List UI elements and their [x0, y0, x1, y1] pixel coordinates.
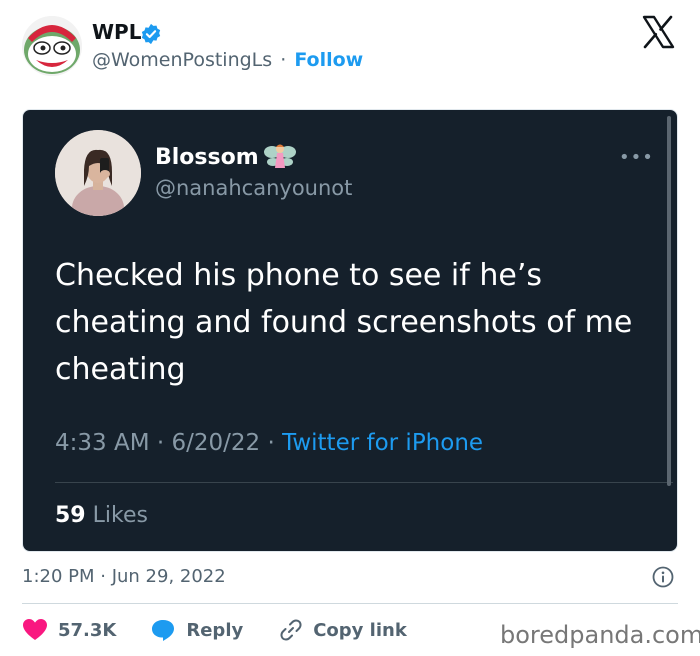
like-button[interactable]: 57.3K — [22, 618, 116, 642]
follow-button[interactable]: Follow — [294, 49, 363, 71]
info-icon[interactable] — [652, 566, 674, 588]
embedded-tweet-card[interactable]: Blossom @nanahcanyounot ••• Checked his … — [22, 109, 678, 552]
like-count: 57.3K — [58, 619, 117, 641]
verified-badge-icon — [140, 23, 162, 45]
embedded-author-name[interactable]: Blossom — [155, 145, 259, 170]
author-avatar[interactable] — [22, 16, 82, 76]
author-handle[interactable]: @WomenPostingLs — [92, 49, 272, 71]
heart-icon — [23, 619, 47, 640]
scrollbar[interactable] — [667, 116, 671, 486]
reply-label: Reply — [186, 619, 244, 641]
post-timestamp[interactable]: 1:20 PM · Jun 29, 2022 — [22, 566, 226, 587]
meta-separator: · — [267, 430, 275, 456]
more-options-button[interactable]: ••• — [619, 147, 654, 168]
reply-button[interactable]: Reply — [150, 618, 243, 642]
tweet-source-link[interactable]: Twitter for iPhone — [282, 430, 483, 456]
x-logo-icon[interactable] — [640, 14, 676, 50]
embedded-author-handle[interactable]: @nanahcanyounot — [155, 176, 352, 200]
handle-separator: · — [280, 49, 287, 71]
meta-separator: · — [156, 430, 165, 456]
copy-link-label: Copy link — [313, 619, 407, 641]
fairy-emoji-icon — [263, 140, 297, 174]
card-divider — [55, 482, 673, 483]
action-bar: 57.3K Reply Copy link — [22, 618, 407, 642]
copy-link-button[interactable]: Copy link — [279, 618, 407, 642]
likes-count[interactable]: 59 — [55, 503, 86, 528]
tweet-text: Checked his phone to see if he’s cheatin… — [55, 258, 633, 387]
tweet-date[interactable]: 6/20/22 — [171, 430, 260, 456]
likes-label[interactable]: Likes — [93, 503, 148, 528]
embedded-author-avatar[interactable] — [55, 130, 141, 216]
link-icon — [280, 619, 302, 641]
author-name[interactable]: WPL — [92, 20, 141, 44]
reply-icon — [152, 620, 175, 641]
footer-divider — [22, 603, 678, 604]
boredpanda-watermark: boredpanda.com — [500, 621, 700, 649]
tweet-time[interactable]: 4:33 AM — [55, 430, 150, 456]
